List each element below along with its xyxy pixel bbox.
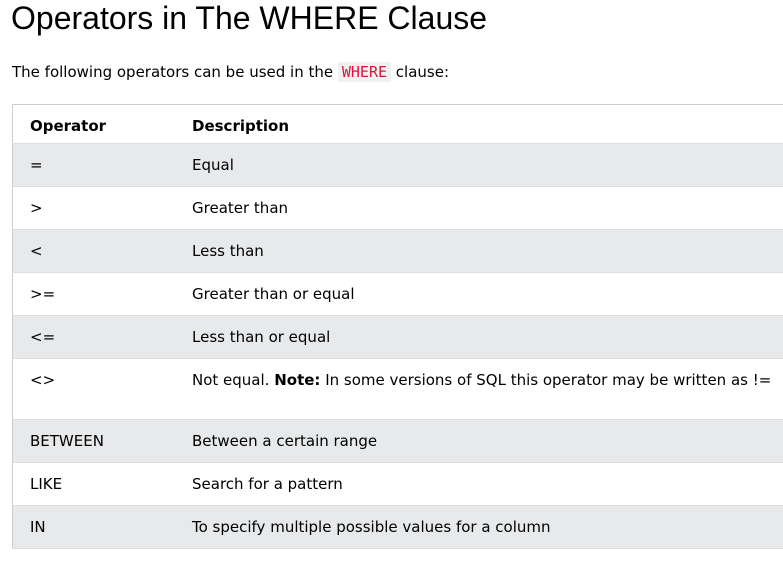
description-cell: Between a certain range <box>192 432 378 450</box>
operator-cell: < <box>30 242 43 260</box>
description-cell: Search for a pattern <box>192 475 343 493</box>
operator-cell: >= <box>30 285 56 303</box>
operator-cell: LIKE <box>30 475 63 493</box>
description-cell: Greater than <box>192 199 289 217</box>
table-row: BETWEEN Between a certain range <box>12 419 783 463</box>
operators-table: Operator Description = Equal > Greater t… <box>12 104 783 549</box>
where-keyword-code: WHERE <box>337 62 392 82</box>
intro-paragraph: The following operators can be used in t… <box>12 61 449 83</box>
note-label: Note: <box>274 371 321 389</box>
description-cell: To specify multiple possible values for … <box>192 518 551 536</box>
table-row: <> Not equal. Note: In some versions of … <box>12 358 783 420</box>
description-cell: Equal <box>192 156 234 174</box>
table-header-row: Operator Description <box>12 104 783 144</box>
operator-cell: <= <box>30 328 56 346</box>
operator-cell: IN <box>30 518 46 536</box>
description-text: Not equal. <box>192 371 270 389</box>
operator-cell: > <box>30 199 43 217</box>
intro-text-before: The following operators can be used in t… <box>12 63 338 81</box>
description-cell: Less than <box>192 242 264 260</box>
table-row: LIKE Search for a pattern <box>12 462 783 506</box>
page-title: Operators in The WHERE Clause <box>11 0 488 36</box>
description-cell: Less than or equal <box>192 328 331 346</box>
table-row: IN To specify multiple possible values f… <box>12 505 783 549</box>
header-operator: Operator <box>30 117 107 135</box>
table-row: < Less than <box>12 229 783 273</box>
intro-text-after: clause: <box>391 63 450 81</box>
table-row: > Greater than <box>12 186 783 230</box>
description-cell: Not equal. Note: In some versions of SQL… <box>192 359 783 420</box>
operator-cell: = <box>30 156 43 174</box>
header-description: Description <box>192 117 290 135</box>
description-cell: Greater than or equal <box>192 285 355 303</box>
operator-cell: <> <box>30 371 56 389</box>
table-row: >= Greater than or equal <box>12 272 783 316</box>
operator-cell: BETWEEN <box>30 432 104 450</box>
table-row: <= Less than or equal <box>12 315 783 359</box>
note-text: In some versions of SQL this operator ma… <box>320 371 772 389</box>
table-row: = Equal <box>12 143 783 187</box>
